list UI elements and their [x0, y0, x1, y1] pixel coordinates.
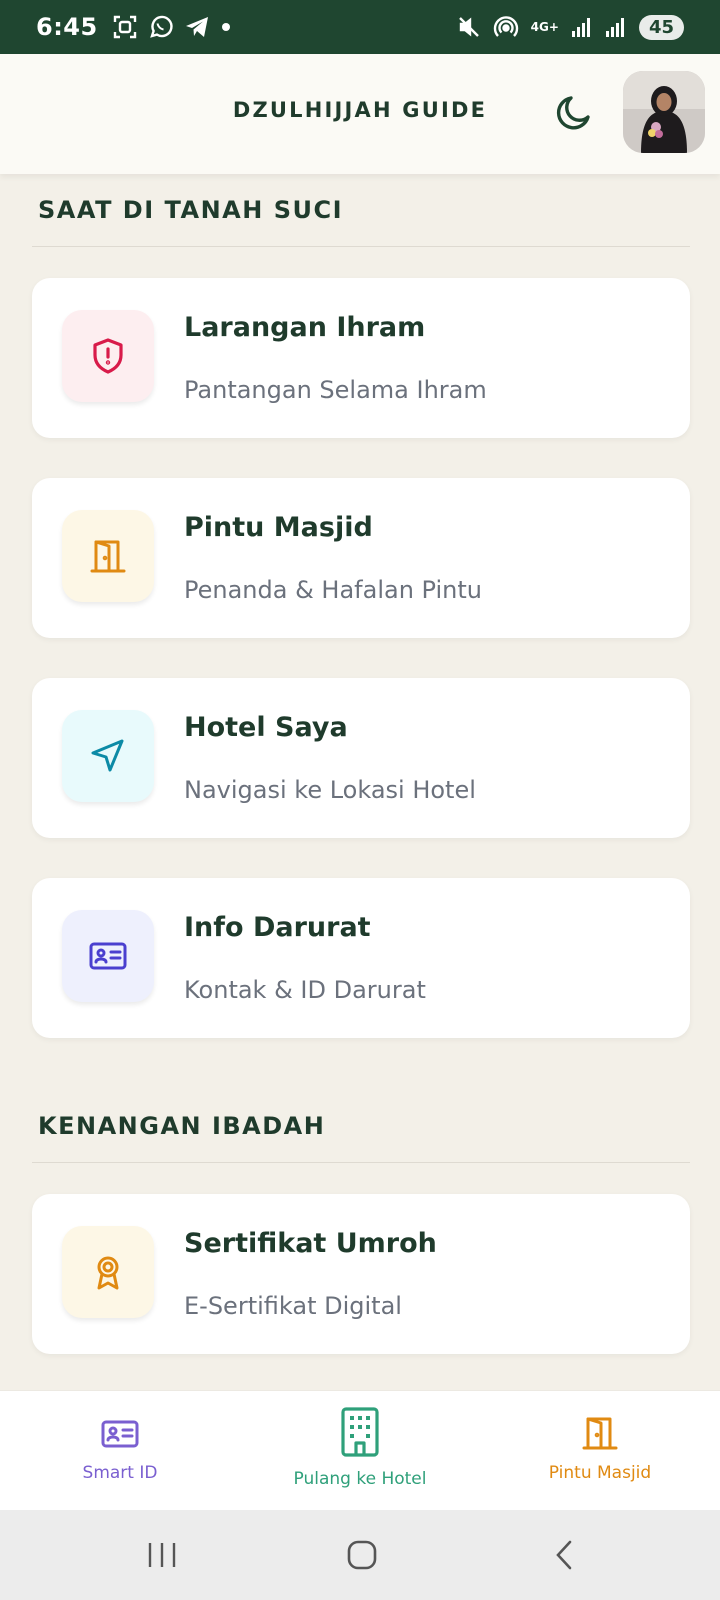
card-info-darurat[interactable]: Info Darurat Kontak & ID Darurat: [32, 878, 690, 1038]
status-bar: 6:45 4G+ 45: [0, 0, 720, 54]
card-icon-container: [62, 310, 154, 402]
hotspot-icon: [493, 16, 518, 37]
section-title-tanah-suci: SAAT DI TANAH SUCI: [38, 196, 344, 224]
card-pintu-masjid[interactable]: Pintu Masjid Penanda & Hafalan Pintu: [32, 478, 690, 638]
card-subtitle: Navigasi ke Lokasi Hotel: [184, 776, 476, 804]
notification-icons: [112, 14, 232, 40]
card-title: Sertifikat Umroh: [184, 1228, 437, 1259]
id-card-icon: [101, 1420, 139, 1448]
building-icon: [341, 1407, 379, 1457]
card-title: Pintu Masjid: [184, 512, 373, 543]
back-icon[interactable]: [552, 1539, 576, 1571]
avatar-photo: [623, 71, 705, 153]
door-icon: [582, 1417, 618, 1450]
door-icon: [90, 540, 126, 573]
card-sertifikat-umroh[interactable]: Sertifikat Umroh E-Sertifikat Digital: [32, 1194, 690, 1354]
nav-pintu-masjid[interactable]: Pintu Masjid: [480, 1391, 720, 1511]
card-title: Hotel Saya: [184, 712, 348, 743]
screenshot-icon: [113, 15, 136, 39]
status-left: 6:45: [36, 13, 232, 41]
app-header: DZULHIJJAH GUIDE: [0, 54, 720, 174]
dark-mode-toggle[interactable]: [553, 92, 595, 134]
card-title: Info Darurat: [184, 912, 371, 943]
status-right: 4G+ 45: [457, 14, 684, 40]
card-icon-container: [62, 710, 154, 802]
card-icon-container: [62, 910, 154, 1002]
section-title-kenangan-ibadah: KENANGAN IBADAH: [38, 1112, 326, 1140]
nav-smart-id[interactable]: Smart ID: [0, 1391, 240, 1511]
recent-apps-icon[interactable]: [146, 1540, 178, 1570]
card-icon-container: [62, 510, 154, 602]
card-hotel-saya[interactable]: Hotel Saya Navigasi ke Lokasi Hotel: [32, 678, 690, 838]
nav-label: Smart ID: [82, 1463, 158, 1483]
award-ribbon-icon: [97, 1256, 119, 1290]
card-subtitle: Pantangan Selama Ihram: [184, 376, 487, 404]
mute-icon: [458, 17, 479, 37]
card-icon-container: [62, 1226, 154, 1318]
shield-alert-icon: [93, 338, 123, 374]
page-title: DZULHIJJAH GUIDE: [232, 98, 488, 122]
card-subtitle: E-Sertifikat Digital: [184, 1292, 402, 1320]
avatar[interactable]: [623, 71, 705, 153]
moon-icon: [556, 96, 590, 130]
section-divider: [32, 246, 690, 247]
bottom-navigation: Smart ID Pulang ke Hotel Pintu Masjid: [0, 1390, 720, 1511]
battery-indicator: 45: [638, 14, 684, 40]
home-icon[interactable]: [346, 1539, 378, 1571]
navigation-arrow-icon: [91, 739, 124, 772]
card-title: Larangan Ihram: [184, 312, 426, 343]
id-card-icon: [89, 942, 127, 970]
section-divider: [32, 1162, 690, 1163]
nav-label: Pintu Masjid: [548, 1463, 652, 1483]
card-larangan-ihram[interactable]: Larangan Ihram Pantangan Selama Ihram: [32, 278, 690, 438]
nav-label: Pulang ke Hotel: [293, 1469, 427, 1489]
signal-icon-secondary: [605, 18, 624, 37]
dot-icon: [221, 23, 230, 31]
network-type: 4G+: [530, 20, 559, 34]
system-navigation-bar: [0, 1510, 720, 1600]
telegram-icon: [185, 17, 208, 37]
signal-icon: [571, 18, 590, 37]
whatsapp-icon: [149, 15, 173, 38]
card-subtitle: Kontak & ID Darurat: [184, 976, 426, 1004]
status-time: 6:45: [36, 13, 98, 41]
nav-pulang-ke-hotel[interactable]: Pulang ke Hotel: [240, 1391, 480, 1511]
card-subtitle: Penanda & Hafalan Pintu: [184, 576, 482, 604]
